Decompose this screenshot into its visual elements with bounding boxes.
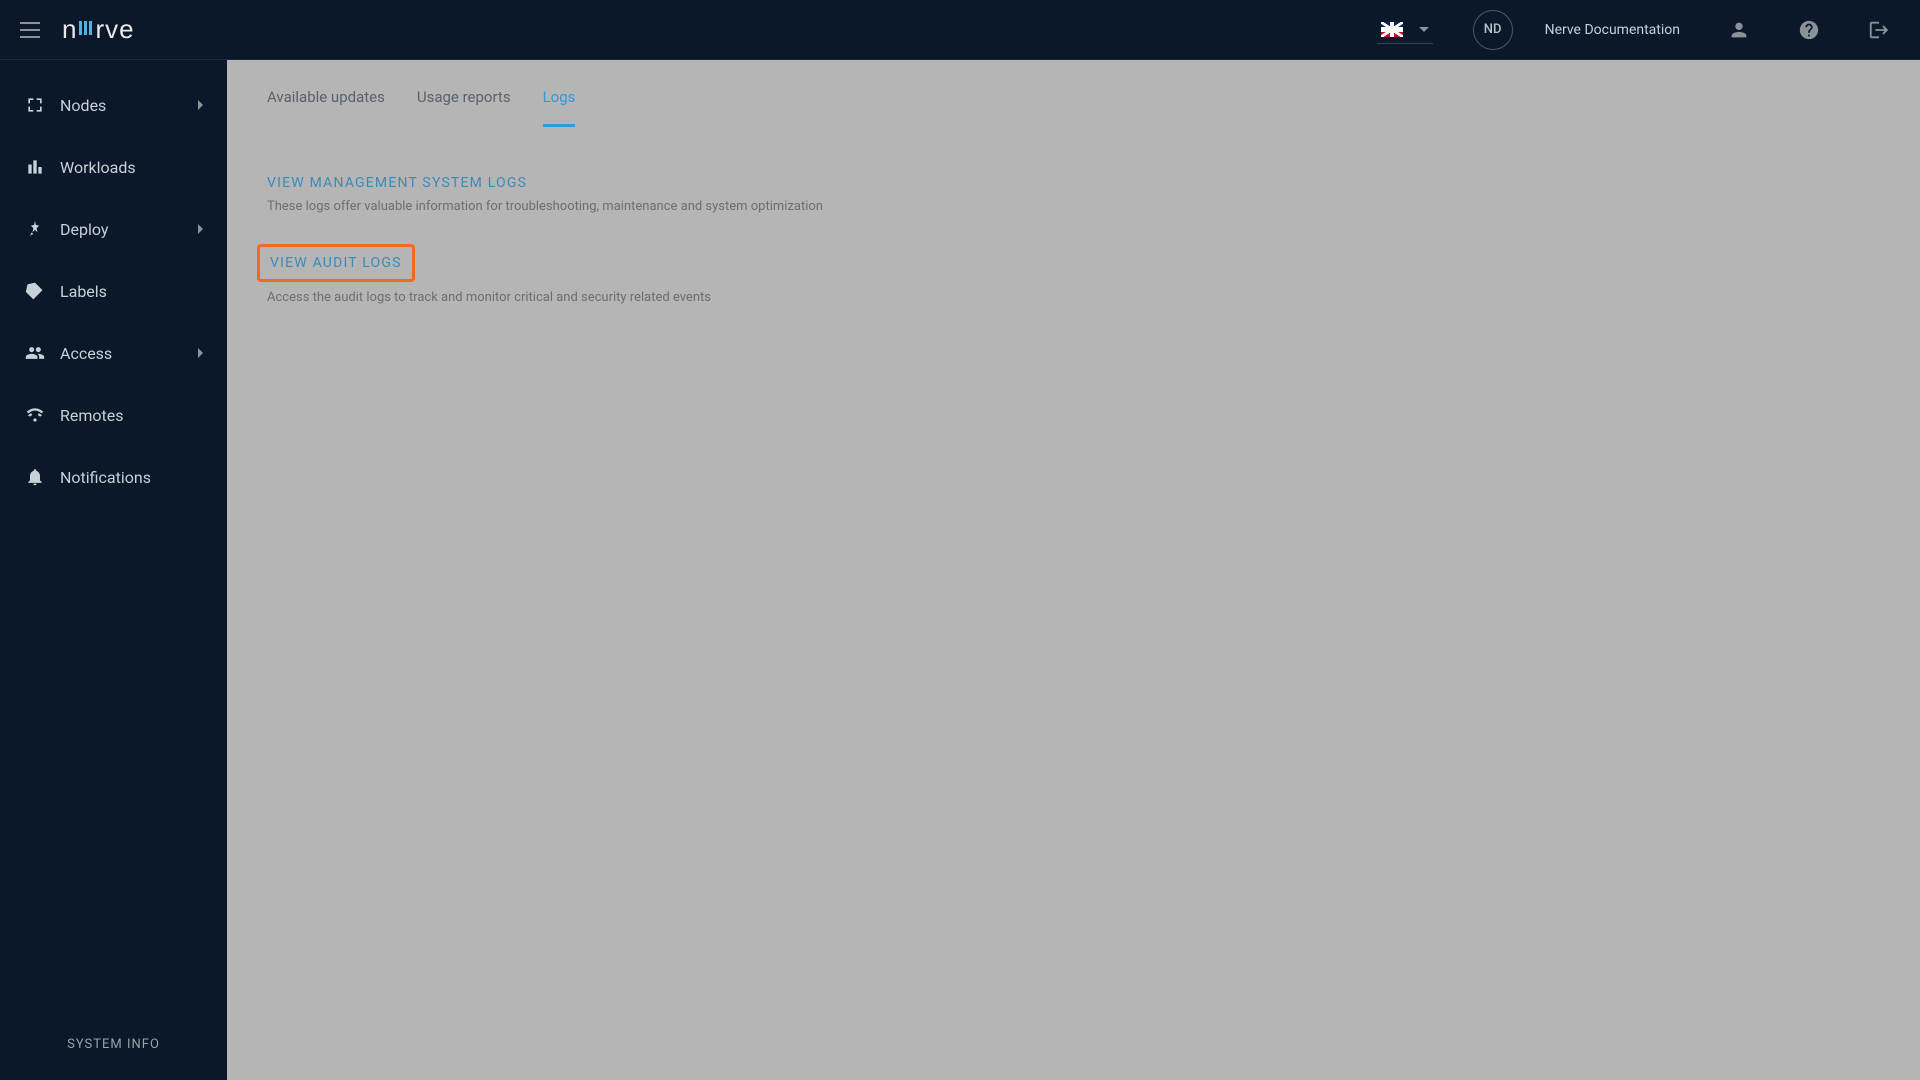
sidebar: Nodes Workloads Deploy Labels bbox=[0, 60, 227, 1080]
sidebar-item-label: Workloads bbox=[60, 158, 136, 177]
section-description: These logs offer valuable information fo… bbox=[267, 199, 1880, 214]
avatar[interactable]: ND bbox=[1473, 10, 1513, 50]
chevron-right-icon bbox=[198, 348, 203, 358]
sidebar-item-label: Nodes bbox=[60, 96, 106, 115]
sidebar-item-deploy[interactable]: Deploy bbox=[0, 198, 227, 260]
section-management-logs: VIEW MANAGEMENT SYSTEM LOGS These logs o… bbox=[267, 172, 1880, 214]
remotes-icon bbox=[24, 404, 46, 426]
system-info-button[interactable]: SYSTEM INFO bbox=[0, 1017, 227, 1080]
section-description: Access the audit logs to track and monit… bbox=[267, 290, 1880, 305]
tab-logs[interactable]: Logs bbox=[543, 60, 576, 127]
flag-icon bbox=[1381, 22, 1403, 37]
notifications-icon bbox=[24, 466, 46, 488]
user-icon[interactable] bbox=[1728, 19, 1750, 41]
sidebar-item-label: Notifications bbox=[60, 468, 151, 487]
documentation-link[interactable]: Nerve Documentation bbox=[1545, 22, 1680, 38]
tab-usage-reports[interactable]: Usage reports bbox=[417, 60, 511, 127]
sidebar-item-access[interactable]: Access bbox=[0, 322, 227, 384]
chevron-right-icon bbox=[198, 224, 203, 234]
view-management-logs-link[interactable]: VIEW MANAGEMENT SYSTEM LOGS bbox=[267, 175, 527, 191]
sidebar-item-label: Access bbox=[60, 344, 112, 363]
labels-icon bbox=[24, 280, 46, 302]
sidebar-item-nodes[interactable]: Nodes bbox=[0, 74, 227, 136]
access-icon bbox=[24, 342, 46, 364]
logo[interactable]: n rve bbox=[62, 14, 135, 45]
tab-available-updates[interactable]: Available updates bbox=[267, 60, 385, 127]
language-selector[interactable] bbox=[1377, 16, 1433, 44]
sidebar-item-label: Labels bbox=[60, 282, 107, 301]
sidebar-item-workloads[interactable]: Workloads bbox=[0, 136, 227, 198]
header: n rve ND Nerve Documentation bbox=[0, 0, 1920, 60]
menu-toggle-button[interactable] bbox=[20, 18, 44, 42]
nodes-icon bbox=[24, 94, 46, 116]
section-audit-logs: VIEW AUDIT LOGS Access the audit logs to… bbox=[267, 244, 1880, 305]
sidebar-item-remotes[interactable]: Remotes bbox=[0, 384, 227, 446]
workloads-icon bbox=[24, 156, 46, 178]
sidebar-item-label: Remotes bbox=[60, 406, 123, 425]
help-icon[interactable] bbox=[1798, 19, 1820, 41]
sidebar-item-notifications[interactable]: Notifications bbox=[0, 446, 227, 508]
view-audit-logs-link[interactable]: VIEW AUDIT LOGS bbox=[257, 244, 415, 282]
chevron-down-icon bbox=[1419, 27, 1429, 32]
main-content: Available updates Usage reports Logs VIE… bbox=[227, 60, 1920, 1080]
tabs: Available updates Usage reports Logs bbox=[227, 60, 1920, 128]
chevron-right-icon bbox=[198, 100, 203, 110]
deploy-icon bbox=[24, 218, 46, 240]
sidebar-item-label: Deploy bbox=[60, 220, 108, 239]
logout-icon[interactable] bbox=[1868, 19, 1890, 41]
sidebar-item-labels[interactable]: Labels bbox=[0, 260, 227, 322]
